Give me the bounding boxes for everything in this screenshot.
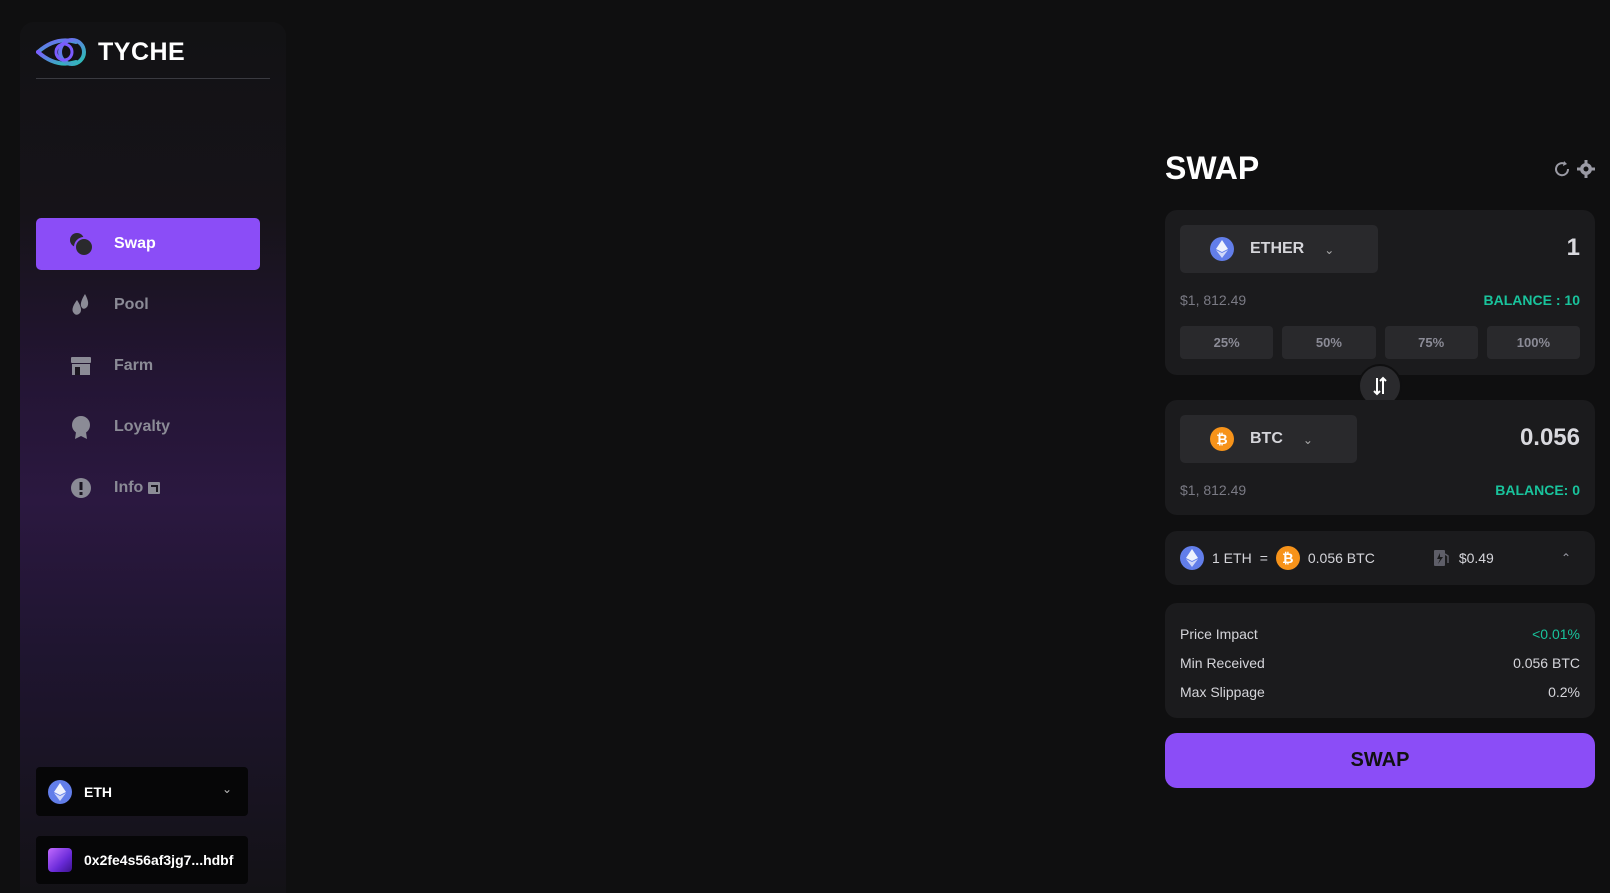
btc-icon: ₿: [1210, 427, 1234, 451]
to-balance: BALANCE: 0: [1495, 482, 1580, 498]
eth-icon: [1210, 237, 1234, 261]
chevron-down-icon: ⌄: [1302, 433, 1313, 447]
gear-icon[interactable]: [1577, 160, 1595, 183]
rate-equals: =: [1259, 550, 1268, 566]
max-slippage-label: Max Slippage: [1180, 684, 1265, 700]
sidebar-item-swap[interactable]: Swap: [36, 218, 260, 270]
sidebar-item-pool[interactable]: Pool: [36, 279, 260, 331]
gas-pump-icon: [1433, 549, 1449, 567]
badge-icon: [68, 414, 94, 440]
to-token-panel: ₿ BTC ⌄ $1, 812.49 BALANCE: 0: [1165, 400, 1595, 515]
swap-icon: [68, 231, 94, 257]
refresh-icon[interactable]: [1553, 160, 1571, 183]
eth-icon: [1180, 546, 1204, 570]
page-title: SWAP: [1165, 150, 1260, 186]
from-balance: BALANCE : 10: [1483, 292, 1580, 308]
wallet-address: 0x2fe4s56af3jg7...hdbf: [84, 852, 234, 868]
price-impact-value: <0.01%: [1532, 626, 1580, 642]
wallet-button[interactable]: 0x2fe4s56af3jg7...hdbf: [36, 836, 248, 884]
info-icon: [68, 475, 94, 501]
gas-fee: $0.49: [1458, 550, 1494, 566]
swap-button[interactable]: SWAP: [1165, 733, 1595, 788]
percent-25-button[interactable]: 25%: [1180, 326, 1274, 359]
swap-toolbar: [1553, 160, 1595, 183]
percent-buttons: 25% 50% 75% 100%: [1180, 326, 1580, 359]
from-amount-input[interactable]: [1430, 234, 1580, 262]
from-usd-value: $1, 812.49: [1180, 292, 1247, 308]
sidebar-item-farm[interactable]: Farm: [36, 340, 260, 392]
max-slippage-row: Max Slippage 0.2%: [1180, 684, 1580, 700]
percent-50-button[interactable]: 50%: [1282, 326, 1376, 359]
to-token-selector[interactable]: ₿ BTC ⌄: [1180, 415, 1357, 463]
details-panel: Price Impact <0.01% Min Received 0.056 B…: [1165, 603, 1595, 718]
eth-icon: [48, 779, 72, 804]
rate-to: 0.056 BTC: [1307, 550, 1375, 566]
sidebar-nav: Swap Pool Farm Loyalty Info: [36, 218, 260, 523]
max-slippage-value: 0.2%: [1548, 684, 1580, 700]
swap-arrows-icon: [1373, 376, 1387, 396]
from-token-selector[interactable]: ETHER ⌄: [1180, 225, 1378, 273]
percent-75-button[interactable]: 75%: [1384, 326, 1478, 359]
percent-100-button[interactable]: 100%: [1486, 326, 1580, 359]
sidebar-item-loyalty[interactable]: Loyalty: [36, 401, 260, 453]
chevron-up-icon[interactable]: ⌃: [1561, 551, 1571, 565]
min-received-label: Min Received: [1180, 655, 1265, 671]
sidebar-item-label: Swap: [114, 235, 156, 252]
from-token-panel: ETHER ⌄ $1, 812.49 BALANCE : 10 25% 50% …: [1165, 210, 1595, 375]
tyche-eye-icon: [36, 38, 86, 66]
price-impact-label: Price Impact: [1180, 626, 1258, 642]
to-usd-value: $1, 812.49: [1180, 482, 1247, 498]
chevron-down-icon: ⌄: [221, 782, 232, 796]
chevron-down-icon: ⌄: [1324, 243, 1335, 257]
sidebar-item-label: Pool: [114, 296, 149, 313]
swap-container: SWAP ETHER ⌄ $1, 812.49 BALANCE : 10 25%…: [1165, 150, 1595, 788]
brand-name: TYCHE: [98, 37, 186, 66]
store-icon: [68, 353, 94, 379]
sidebar-item-info[interactable]: Info: [36, 462, 260, 514]
sidebar-item-label: Info: [114, 479, 144, 496]
wallet-avatar: [48, 848, 72, 872]
price-impact-row: Price Impact <0.01%: [1180, 626, 1580, 642]
external-link-icon: [148, 482, 161, 494]
brand-logo[interactable]: TYCHE: [36, 34, 185, 70]
drops-icon: [68, 292, 94, 318]
sidebar-item-label: Farm: [114, 357, 154, 374]
min-received-value: 0.056 BTC: [1513, 655, 1580, 671]
from-token-name: ETHER: [1250, 240, 1305, 257]
rate-from: 1 ETH: [1212, 550, 1252, 566]
divider: [36, 78, 270, 79]
rate-panel[interactable]: 1 ETH = ₿ 0.056 BTC $0.49 ⌃: [1165, 531, 1595, 585]
btc-icon: ₿: [1275, 546, 1300, 570]
to-amount-input[interactable]: [1430, 424, 1580, 452]
network-label: ETH: [84, 783, 112, 800]
sidebar-item-label: Loyalty: [114, 418, 171, 435]
network-selector[interactable]: ETH ⌄: [36, 767, 248, 816]
to-token-name: BTC: [1250, 430, 1283, 447]
min-received-row: Min Received 0.056 BTC: [1180, 655, 1580, 671]
